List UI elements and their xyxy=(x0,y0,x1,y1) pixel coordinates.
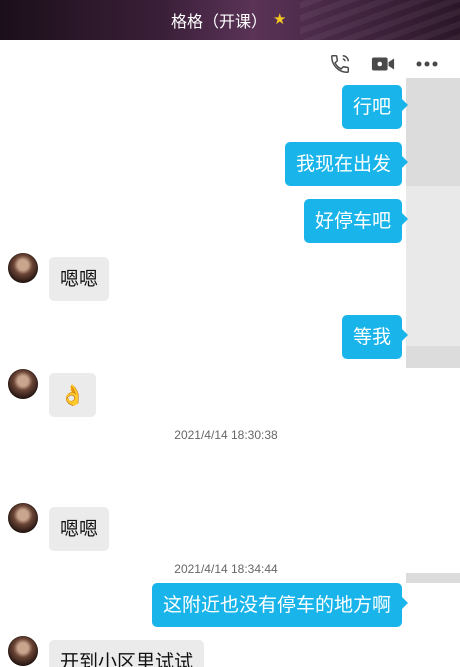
timestamp: 2021/4/14 18:34:44 xyxy=(174,562,278,576)
star-icon: ★ xyxy=(273,11,287,28)
scrollbar-segment xyxy=(406,186,460,346)
avatar[interactable] xyxy=(8,253,38,283)
message-bubble-outgoing[interactable]: 这附近也没有停车的地方啊 xyxy=(151,583,409,627)
avatar[interactable] xyxy=(8,503,38,533)
phone-icon[interactable] xyxy=(328,53,352,75)
message-bubble-outgoing[interactable]: 行吧 xyxy=(341,85,409,129)
title-wrap: 格格（开课） ★ xyxy=(0,0,460,40)
message-bubble-incoming[interactable]: 嗯嗯 xyxy=(49,507,110,551)
scrollbar-segment xyxy=(406,583,460,667)
more-icon[interactable] xyxy=(415,53,439,75)
message-bubble-outgoing[interactable]: 等我 xyxy=(341,315,409,359)
video-call-icon[interactable] xyxy=(371,53,395,75)
message-bubble-incoming[interactable]: 开到小区里试试 xyxy=(49,640,205,667)
avatar[interactable] xyxy=(8,636,38,666)
scrollbar[interactable] xyxy=(406,78,460,667)
message-bubble-incoming[interactable]: 嗯嗯 xyxy=(49,257,110,301)
chat-toolbar xyxy=(0,40,460,86)
message-bubble-outgoing[interactable]: 我现在出发 xyxy=(284,142,409,186)
message-bubble-outgoing[interactable]: 好停车吧 xyxy=(303,199,409,243)
message-bubble-incoming[interactable]: 👌 xyxy=(49,373,96,417)
scrollbar-segment xyxy=(406,368,460,573)
timestamp: 2021/4/14 18:30:38 xyxy=(174,428,278,442)
avatar[interactable] xyxy=(8,369,38,399)
chat-title: 格格（开课） xyxy=(170,12,267,31)
chat-header: 格格（开课） ★ xyxy=(0,0,460,40)
